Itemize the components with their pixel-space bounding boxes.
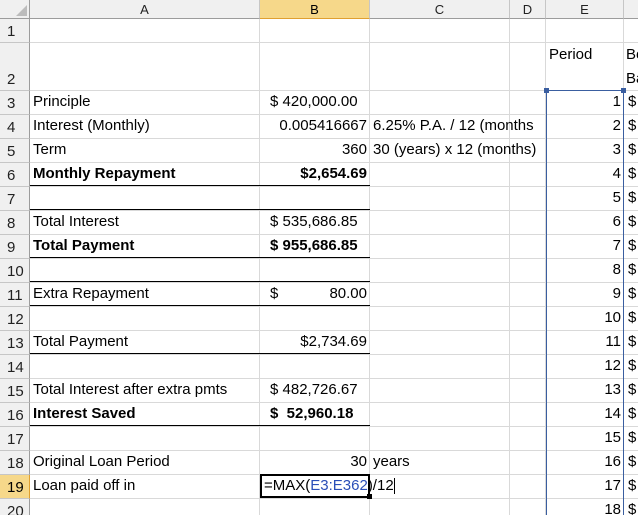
cell-c18[interactable]: years (373, 450, 410, 474)
row-header-2[interactable]: 2 (0, 43, 30, 91)
cell-a11[interactable]: Extra Repayment (33, 282, 149, 306)
cell-b16[interactable]: $ 52,960.18 (270, 402, 353, 426)
row-header-5[interactable]: 5 (0, 139, 30, 163)
balance-cell[interactable]: $ (628, 162, 636, 186)
border-row16 (30, 425, 370, 426)
gridline (259, 19, 260, 515)
cell-a5[interactable]: Term (33, 138, 66, 162)
balance-cell[interactable]: $ (628, 114, 636, 138)
balance-cell[interactable]: $ (628, 354, 636, 378)
cell-b8[interactable]: $ 535,686.85 (270, 210, 358, 234)
cell-b13[interactable]: $2,734.69 (260, 330, 367, 354)
gridline (509, 19, 510, 515)
balance-cell[interactable]: $ (628, 306, 636, 330)
column-f-header-line2[interactable]: Ba (626, 67, 638, 91)
gridline (369, 19, 370, 515)
balance-cell[interactable]: $ (628, 474, 636, 498)
row-header-10[interactable]: 10 (0, 259, 30, 283)
balance-cell[interactable]: $ (628, 210, 636, 234)
balance-cell[interactable]: $ (628, 282, 636, 306)
balance-cell[interactable]: $ (628, 138, 636, 162)
range-handle-topleft[interactable] (544, 88, 549, 93)
cell-b5[interactable]: 360 (260, 138, 367, 162)
cell-b9[interactable]: $ 955,686.85 (270, 234, 358, 258)
balance-cell[interactable]: $ (628, 234, 636, 258)
row-header-3[interactable]: 3 (0, 91, 30, 115)
cell-b3[interactable]: $ 420,000.00 (270, 90, 358, 114)
row-header-11[interactable]: 11 (0, 283, 30, 307)
border-row11-top (30, 281, 370, 282)
cell-a9[interactable]: Total Payment (33, 234, 134, 258)
border-row13 (30, 353, 370, 354)
row-header-16[interactable]: 16 (0, 403, 30, 427)
cell-a15[interactable]: Total Interest after extra pmts (33, 378, 227, 402)
row-header-14[interactable]: 14 (0, 355, 30, 379)
balance-cell[interactable]: $ (628, 498, 636, 515)
cell-b6[interactable]: $2,654.69 (260, 162, 367, 186)
column-header-b[interactable]: B (260, 0, 370, 19)
cell-a16[interactable]: Interest Saved (33, 402, 136, 426)
column-header-a[interactable]: A (30, 0, 260, 19)
cell-c4[interactable]: 6.25% P.A. / 12 (months (373, 114, 534, 138)
cell-b15[interactable]: $ 482,726.67 (270, 378, 358, 402)
cell-a6[interactable]: Monthly Repayment (33, 162, 176, 186)
cell-b11[interactable]: 80.00 (260, 282, 367, 306)
select-all-corner[interactable] (0, 0, 30, 19)
row-header-18[interactable]: 18 (0, 451, 30, 475)
row-header-7[interactable]: 7 (0, 187, 30, 211)
border-row8-top (30, 209, 370, 210)
cell-a4[interactable]: Interest (Monthly) (33, 114, 150, 138)
fill-handle[interactable] (367, 494, 372, 499)
row-header-4[interactable]: 4 (0, 115, 30, 139)
row-header-6[interactable]: 6 (0, 163, 30, 187)
row-header-9[interactable]: 9 (0, 235, 30, 259)
balance-cell[interactable]: $ (628, 258, 636, 282)
border-row6 (30, 185, 370, 186)
balance-cell[interactable]: $ (628, 426, 636, 450)
balance-cell[interactable]: $ (628, 402, 636, 426)
row-header-17[interactable]: 17 (0, 427, 30, 451)
referenced-range-e3-e362 (546, 90, 624, 515)
period-header[interactable]: Period (549, 43, 592, 67)
row-header-13[interactable]: 13 (0, 331, 30, 355)
row-header-8[interactable]: 8 (0, 211, 30, 235)
border-row9 (30, 257, 370, 258)
row-header-1[interactable]: 1 (0, 19, 30, 43)
formula-edit-cell-b19[interactable]: =MAX(E3:E362)/12 (260, 474, 395, 498)
gridline (30, 42, 638, 43)
cell-b4[interactable]: 0.005416667 (260, 114, 367, 138)
row-header-19[interactable]: 19 (0, 475, 30, 499)
balance-cell[interactable]: $ (628, 330, 636, 354)
range-handle-topright[interactable] (621, 88, 626, 93)
column-header-c[interactable]: C (370, 0, 510, 19)
cell-b18[interactable]: 30 (260, 450, 367, 474)
row-header-12[interactable]: 12 (0, 307, 30, 331)
border-row11 (30, 305, 370, 306)
balance-cell[interactable]: $ (628, 450, 636, 474)
row-header-20[interactable]: 20 (0, 499, 30, 515)
spreadsheet-grid[interactable]: A B C D E 1 2 3 4 5 6 7 8 9 10 11 12 13 14 15 16 17 18 19 2… (0, 0, 638, 515)
column-header-d[interactable]: D (510, 0, 546, 19)
cell-a8[interactable]: Total Interest (33, 210, 119, 234)
row-header-15[interactable]: 15 (0, 379, 30, 403)
cell-a19[interactable]: Loan paid off in (33, 474, 135, 498)
column-header-f[interactable] (624, 0, 638, 19)
column-f-header-line1[interactable]: Be (626, 43, 638, 67)
balance-cell[interactable]: $ (628, 90, 636, 114)
cell-a13[interactable]: Total Payment (33, 330, 128, 354)
balance-cell[interactable]: $ (628, 186, 636, 210)
column-header-e[interactable]: E (546, 0, 624, 19)
balance-cell[interactable]: $ (628, 378, 636, 402)
cell-c5[interactable]: 30 (years) x 12 (months) (373, 138, 536, 162)
cell-a18[interactable]: Original Loan Period (33, 450, 170, 474)
cell-a3[interactable]: Principle (33, 90, 91, 114)
